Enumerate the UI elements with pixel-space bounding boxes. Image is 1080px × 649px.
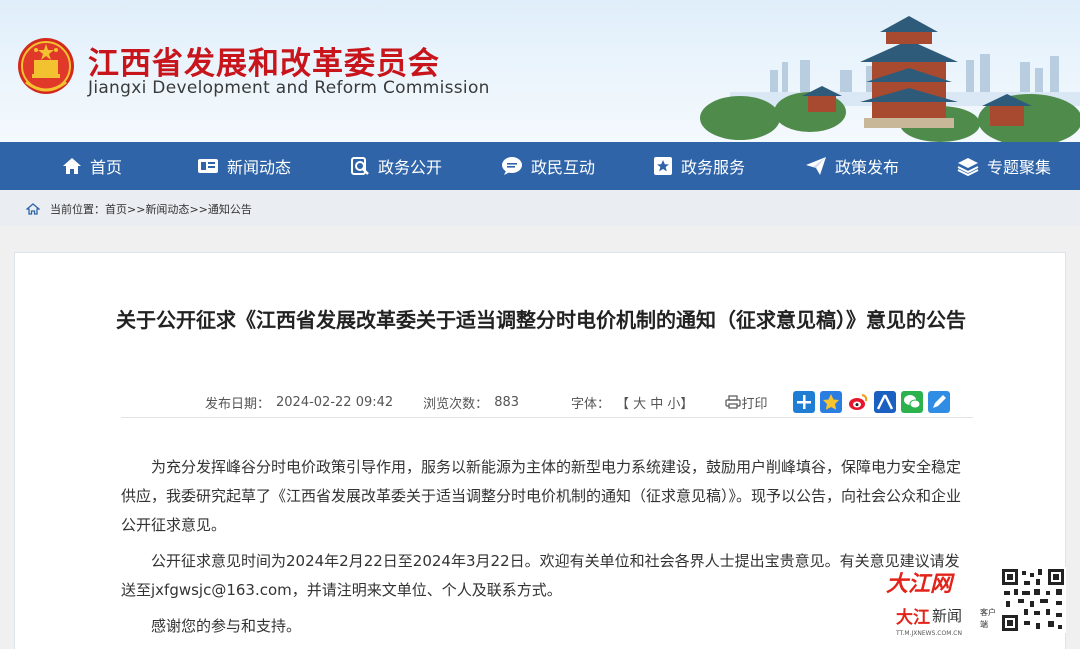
nav-item-topics[interactable]: 专题聚集 [957, 142, 1051, 190]
print-icon[interactable] [725, 395, 742, 409]
site-title: 江西省发展和改革委员会 [88, 46, 440, 82]
share-weibo-icon[interactable] [847, 391, 870, 413]
nav-label: 新闻动态 [227, 158, 292, 177]
article-meta: 发布日期： 2024-02-22 09:42 浏览次数： 883 字体： 【 大… [205, 389, 955, 415]
breadcrumb-link-notices[interactable]: 通知公告 [208, 201, 252, 217]
nav-label: 政务服务 [681, 158, 746, 177]
dajiang-watermark-logo: 大江网 大江 新闻 客户 端 TT.M.JXNEWS.COM.CN [886, 567, 1066, 637]
font-size-label: 字体： [571, 396, 611, 412]
paper-plane-icon [806, 157, 826, 175]
breadcrumb-link-news[interactable]: 新闻动态 [145, 201, 189, 217]
nav-label: 首页 [90, 158, 123, 177]
print-button[interactable]: 打印 [741, 393, 767, 412]
chat-icon [502, 157, 522, 175]
nav-item-services[interactable]: 政务服务 [653, 142, 745, 190]
font-size-switcher[interactable]: 【 大 中 小】 [616, 393, 693, 412]
pavilion-scenery-image [700, 16, 1080, 142]
nav-item-news[interactable]: 新闻动态 [197, 142, 291, 190]
share-wechat-icon[interactable] [901, 391, 924, 413]
breadcrumb-bar: 当前位置： 首页 >> 新闻动态 >> 通知公告 [0, 190, 1080, 226]
svg-text:TT.M.JXNEWS.COM.CN: TT.M.JXNEWS.COM.CN [895, 630, 962, 637]
share-bar [793, 391, 955, 413]
breadcrumb-separator: >> [189, 202, 208, 216]
nav-label: 政策发布 [835, 158, 900, 177]
header-banner: 江西省发展和改革委员会 Jiangxi Development and Refo… [0, 0, 1080, 142]
nav-label: 政民互动 [531, 158, 596, 177]
national-emblem-icon [18, 38, 74, 94]
site-subtitle: Jiangxi Development and Reform Commissio… [88, 78, 490, 98]
layers-icon [957, 158, 979, 176]
svg-text:端: 端 [980, 619, 988, 629]
nav-item-gov-open[interactable]: 政务公开 [350, 142, 442, 190]
share-renren-icon[interactable] [874, 391, 897, 413]
star-badge-icon [654, 157, 672, 175]
main-nav: 首页 新闻动态 政务公开 政民互动 政务服务 政策发布 专题聚集 [0, 142, 1080, 190]
share-qzone-icon[interactable] [820, 391, 843, 413]
breadcrumb: 当前位置： 首页 >> 新闻动态 >> 通知公告 [26, 201, 252, 217]
breadcrumb-prefix: 当前位置： [50, 203, 105, 216]
svg-text:新闻: 新闻 [932, 607, 962, 625]
article-paragraph: 公开征求意见时间为2024年2月22日至2024年3月22日。欢迎有关单位和社会… [121, 552, 960, 599]
views-label: 浏览次数： [423, 396, 489, 412]
view-count: 883 [494, 394, 520, 410]
nav-item-policy[interactable]: 政策发布 [805, 142, 899, 190]
publish-date-label: 发布日期： [205, 396, 271, 412]
breadcrumb-separator: >> [127, 202, 146, 216]
article-paragraph: 为充分发挥峰谷分时电价政策引导作用，服务以新能源为主体的新型电力系统建设，鼓励用… [121, 458, 962, 534]
nav-label: 专题聚集 [987, 158, 1052, 177]
article-paragraph: 感谢您的参与和支持。 [151, 617, 302, 635]
share-plus-icon[interactable] [793, 391, 816, 413]
home-icon [26, 203, 40, 215]
article-title: 关于公开征求《江西省发展改革委关于适当调整分时电价机制的通知（征求意见稿）》意见… [116, 308, 966, 332]
svg-text:大江: 大江 [896, 607, 930, 628]
meta-divider [121, 417, 973, 418]
nav-item-interaction[interactable]: 政民互动 [501, 142, 595, 190]
publish-date: 2024-02-22 09:42 [276, 394, 394, 410]
nav-label: 政务公开 [378, 158, 443, 177]
svg-text:客户: 客户 [980, 607, 996, 617]
breadcrumb-link-home[interactable]: 首页 [105, 201, 127, 217]
search-doc-icon [351, 157, 369, 175]
news-icon [198, 159, 218, 173]
svg-text:大江网: 大江网 [886, 572, 955, 597]
home-icon [63, 158, 81, 174]
nav-item-home[interactable]: 首页 [62, 142, 122, 190]
article-body: 为充分发挥峰谷分时电价政策引导作用，服务以新能源为主体的新型电力系统建设，鼓励用… [121, 453, 973, 648]
share-edit-icon[interactable] [928, 391, 951, 413]
